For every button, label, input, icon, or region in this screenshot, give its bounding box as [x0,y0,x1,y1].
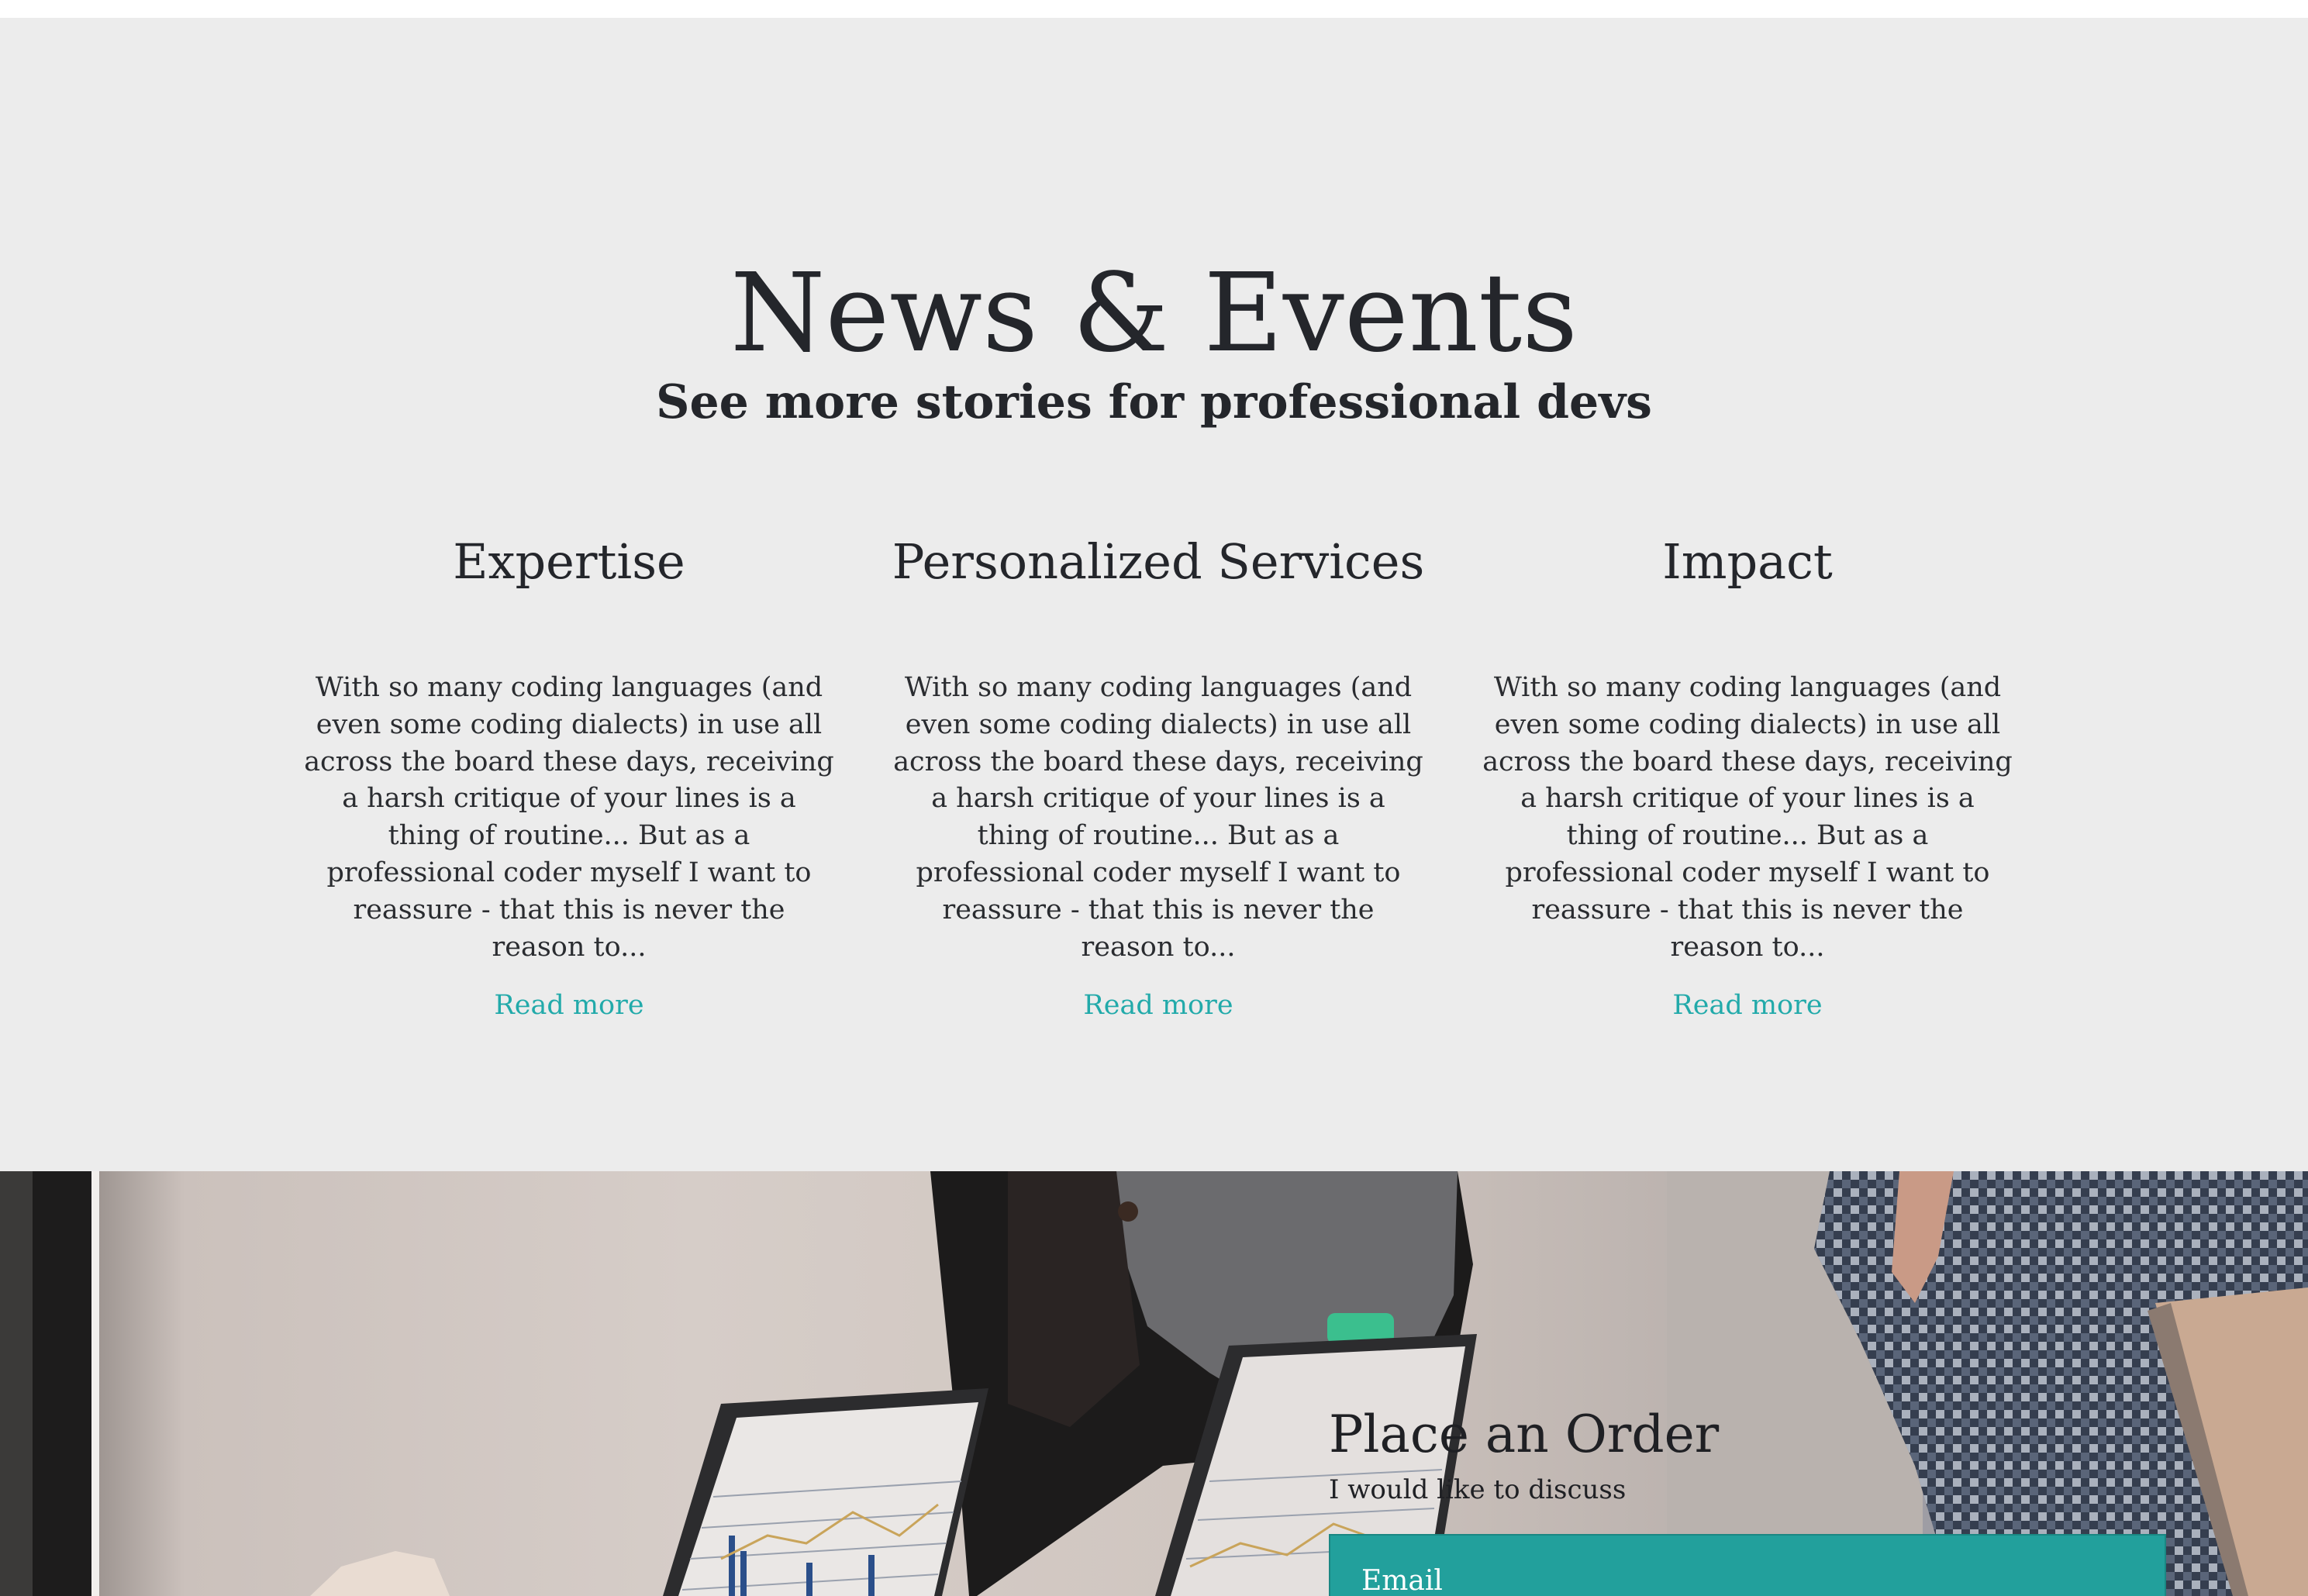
card-title: Personalized Services [892,533,1425,590]
card-body: With so many coding languages (and even … [893,672,1423,963]
order-background-photo [0,1171,2308,1596]
news-card-impact: Impact With so many coding languages (an… [1476,533,2019,1022]
read-more-link[interactable]: Read more [1672,989,1822,1022]
email-field[interactable] [1329,1534,2166,1596]
news-card-expertise: Expertise With so many coding languages … [298,533,840,1022]
order-subtitle: I would like to discuss [1329,1474,1627,1506]
card-title: Impact [1662,533,1833,590]
office-photo-illustration [0,1171,2308,1596]
page: News & Events See more stories for profe… [0,0,2308,1596]
news-card-personalized-services: Personalized Services With so many codin… [887,533,1430,1022]
read-more-link[interactable]: Read more [1083,989,1233,1022]
card-title: Expertise [453,533,685,590]
order-form: Place an Order I would like to discuss [1329,1404,2166,1596]
card-body: With so many coding languages (and even … [304,672,834,963]
card-body: With so many coding languages (and even … [1482,672,2013,963]
order-title: Place an Order [1329,1405,1720,1464]
read-more-link[interactable]: Read more [494,989,643,1022]
news-events-section: News & Events See more stories for profe… [0,18,2308,1171]
section-title: News & Events [730,250,1578,377]
section-subtitle: See more stories for professional devs [656,375,1652,429]
